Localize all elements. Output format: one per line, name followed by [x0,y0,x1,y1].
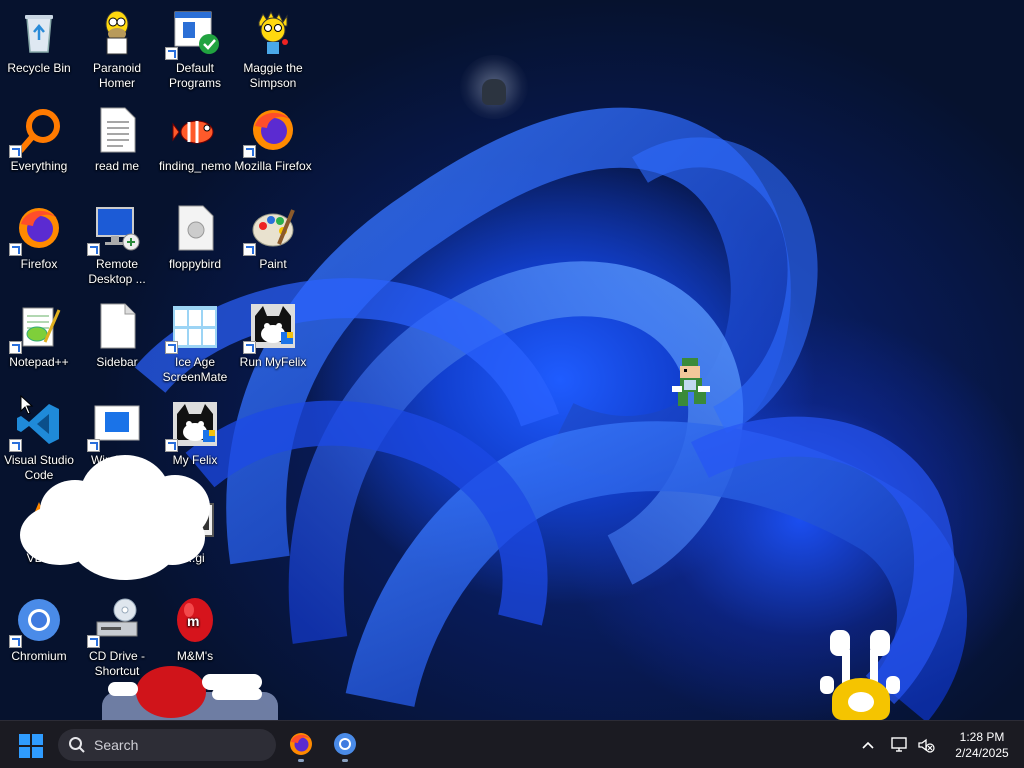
mouse-cursor [20,395,34,415]
shortcut-arrow-icon [87,635,100,648]
ghost-sprite [460,55,528,119]
desktop-icon-label: Firefox [20,257,58,271]
taskbar-search[interactable]: Search [58,729,276,761]
shortcut-arrow-icon [87,439,100,452]
shortcut-arrow-icon [9,439,22,452]
taskbar-firefox[interactable] [288,731,314,762]
remote-desktop-icon [87,204,141,256]
firefox-icon [290,733,312,755]
search-placeholder: Search [94,737,139,753]
desktop-icon-label: floppybird [168,257,222,271]
taskbar: Search 1:28 PM 2/24/2025 [0,720,1024,768]
desktop-icon-sidebar[interactable]: Sidebar [78,298,156,394]
desktop-icon-label: Paint [259,257,287,271]
desktop-icon-label: finding_nemo [158,159,232,173]
chromium-icon [9,596,63,648]
mm-icon: m [171,596,219,644]
red-mm-character [102,660,278,720]
shortcut-arrow-icon [243,341,256,354]
desktop-icon-run-myfelix[interactable]: Run MyFelix [234,298,312,394]
notepadpp-icon [9,302,63,354]
desktop-icon-label: Mozilla Firefox [234,159,312,173]
desktop-icon-label: Paranoid Homer [92,61,142,90]
clock-date: 2/24/2025 [955,746,1009,760]
desktop-icon-recycle-bin[interactable]: Recycle Bin [0,4,78,100]
ice-age-icon [165,302,219,354]
shortcut-arrow-icon [9,341,22,354]
luigi-sprite [672,358,710,406]
paint-icon [243,204,297,256]
desktop-icon-everything[interactable]: Everything [0,102,78,198]
desktop-icon-paranoid-homer[interactable]: Paranoid Homer [78,4,156,100]
desktop-icon-label: Maggie the Simpson [243,61,303,90]
desktop-icon-remote-desktop[interactable]: Remote Desktop ... [78,200,156,296]
desktop-icon-notepadpp[interactable]: Notepad++ [0,298,78,394]
taskbar-clock[interactable]: 1:28 PM 2/24/2025 [944,729,1020,761]
desktop-icon-floppybird[interactable]: floppybird [156,200,234,296]
desktop-icon-label: Everything [10,159,68,173]
shortcut-arrow-icon [165,341,178,354]
desktop-icon-label: Recycle Bin [7,61,71,75]
cd-drive-icon [87,596,141,648]
shortcut-arrow-icon [9,145,22,158]
shortcut-arrow-icon [243,243,256,256]
desktop-icon-label: Default Programs [168,61,221,90]
yellow-mm-character [818,630,902,720]
desktop-icon-finding-nemo[interactable]: finding_nemo [156,102,234,198]
desktop-icon-chromium[interactable]: Chromium [0,592,78,688]
recycle-bin-icon [15,8,63,56]
shortcut-arrow-icon [9,635,22,648]
homer-icon [93,8,141,56]
shortcut-arrow-icon [9,243,22,256]
desktop-icon-firefox[interactable]: Firefox [0,200,78,296]
felix-icon [243,302,297,354]
shortcut-arrow-icon [165,439,178,452]
blank-file-icon [93,302,141,350]
chromium-icon [334,733,356,755]
network-status-button[interactable] [890,735,910,755]
desktop-icon-maggie[interactable]: Maggie the Simpson [234,4,312,100]
chevron-up-icon [862,741,874,749]
search-icon [69,737,85,753]
start-button[interactable] [18,733,44,759]
cloud-overlay [20,455,210,585]
desktop-icon-label: Notepad++ [9,355,69,369]
svg-text:m: m [187,613,199,629]
text-file-icon [93,106,141,154]
desktop-icon-mozilla-firefox[interactable]: Mozilla Firefox [234,102,312,198]
desktop: Recycle Bin Paranoid Homer Default Progr… [0,0,1024,720]
desktop-icon-default-programs[interactable]: Default Programs [156,4,234,100]
desktop-icon-label: Ice Age ScreenMate [162,355,228,384]
taskbar-chromium[interactable] [332,731,358,762]
firefox-icon [243,106,297,158]
desktop-icon-label: Sidebar [96,355,138,369]
shortcut-arrow-icon [243,145,256,158]
network-icon [891,737,907,752]
volume-button[interactable] [916,735,936,755]
file-icon [171,204,219,252]
desktop-icon-label: Remote Desktop ... [88,257,146,286]
desktop-icon-ice-age[interactable]: Ice Age ScreenMate [156,298,234,394]
volume-muted-icon [918,738,935,753]
shortcut-arrow-icon [87,243,100,256]
clock-time: 1:28 PM [959,730,1005,744]
maggie-icon [249,8,297,56]
firefox-icon [9,204,63,256]
default-programs-icon [165,8,219,60]
desktop-icon-label: Chromium [11,649,67,663]
desktop-icon-paint[interactable]: Paint [234,200,312,296]
nemo-icon [171,106,219,154]
show-hidden-icons-button[interactable] [860,737,876,753]
desktop-icon-label: Run MyFelix [239,355,307,369]
window-icon [87,400,141,452]
everything-icon [9,106,63,158]
felix-icon [165,400,219,452]
shortcut-arrow-icon [165,47,178,60]
desktop-icon-label: read me [94,159,140,173]
windows-logo-icon [19,734,43,758]
desktop-icon-read-me[interactable]: read me [78,102,156,198]
